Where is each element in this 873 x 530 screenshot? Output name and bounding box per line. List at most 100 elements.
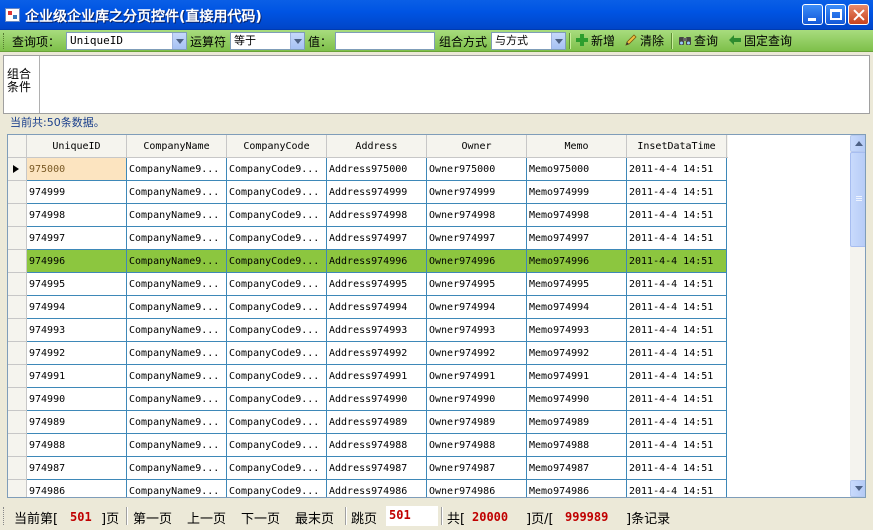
table-cell[interactable]: Address974993 [327,319,427,342]
table-cell[interactable]: CompanyName9... [127,319,227,342]
table-cell[interactable]: 2011-4-4 14:51 [627,342,727,365]
table-cell[interactable]: CompanyName9... [127,457,227,480]
table-cell[interactable]: Owner974993 [427,319,527,342]
table-row[interactable]: 974999 CompanyName9... CompanyCode9... Addr… [8,181,728,204]
row-header[interactable] [8,342,27,365]
fixed-query-button[interactable]: 固定查询 [728,32,792,50]
table-cell[interactable]: 2011-4-4 14:51 [627,296,727,319]
column-header[interactable]: CompanyName [127,135,227,158]
table-cell[interactable]: 974986 [27,480,127,497]
pager-grip[interactable] [3,507,4,525]
vertical-scrollbar[interactable] [850,135,865,497]
maximize-button[interactable] [825,4,846,25]
table-row[interactable]: 974996 CompanyName9... CompanyCode9... Addr… [8,250,728,273]
table-cell[interactable]: CompanyName9... [127,480,227,497]
table-cell[interactable]: Address974989 [327,411,427,434]
table-cell[interactable]: 974991 [27,365,127,388]
table-row[interactable]: 974987 CompanyName9... CompanyCode9... Addr… [8,457,728,480]
row-header[interactable] [8,457,27,480]
table-cell[interactable]: CompanyCode9... [227,273,327,296]
table-cell[interactable]: Memo974989 [527,411,627,434]
table-cell[interactable]: Owner974987 [427,457,527,480]
row-header[interactable] [8,296,27,319]
table-cell[interactable]: Address974986 [327,480,427,497]
table-row[interactable]: 974994 CompanyName9... CompanyCode9... Addr… [8,296,728,319]
table-cell[interactable]: 974989 [27,411,127,434]
table-cell[interactable]: 974997 [27,227,127,250]
table-cell[interactable]: Address974992 [327,342,427,365]
table-row[interactable]: 974988 CompanyName9... CompanyCode9... Addr… [8,434,728,457]
table-cell[interactable]: 2011-4-4 14:51 [627,411,727,434]
query-item-select[interactable]: UniqueID [66,32,187,50]
table-cell[interactable]: 974993 [27,319,127,342]
column-header[interactable]: CompanyCode [227,135,327,158]
table-cell[interactable]: Owner974992 [427,342,527,365]
last-page-link[interactable]: 最末页 [295,508,334,527]
prev-page-link[interactable]: 上一页 [187,508,226,527]
table-cell[interactable]: Memo974986 [527,480,627,497]
table-cell[interactable]: CompanyCode9... [227,411,327,434]
row-header[interactable] [8,273,27,296]
table-cell[interactable]: Owner974994 [427,296,527,319]
table-cell[interactable]: CompanyName9... [127,181,227,204]
clear-button[interactable]: 清除 [624,32,664,50]
table-cell[interactable]: Address974991 [327,365,427,388]
data-grid[interactable]: UniqueID CompanyName CompanyCode Address Own… [7,134,866,498]
table-cell[interactable]: CompanyName9... [127,227,227,250]
table-row[interactable]: 974989 CompanyName9... CompanyCode9... Addr… [8,411,728,434]
table-cell[interactable]: CompanyName9... [127,365,227,388]
table-cell[interactable]: CompanyName9... [127,342,227,365]
table-cell[interactable]: Owner974988 [427,434,527,457]
table-cell[interactable]: Owner974998 [427,204,527,227]
table-cell[interactable]: 2011-4-4 14:51 [627,227,727,250]
table-cell[interactable]: CompanyName9... [127,250,227,273]
table-cell[interactable]: Address974988 [327,434,427,457]
table-cell[interactable]: 974992 [27,342,127,365]
query-button[interactable]: 查询 [678,32,718,50]
row-header[interactable] [8,204,27,227]
table-cell[interactable]: 2011-4-4 14:51 [627,319,727,342]
table-cell[interactable]: CompanyCode9... [227,158,327,181]
column-header[interactable]: Address [327,135,427,158]
table-row[interactable]: 975000 CompanyName9... CompanyCode9... Addr… [8,158,728,181]
table-cell[interactable]: CompanyName9... [127,296,227,319]
table-cell[interactable]: Owner975000 [427,158,527,181]
table-cell[interactable]: CompanyCode9... [227,227,327,250]
table-cell[interactable]: Memo974990 [527,388,627,411]
table-cell[interactable]: CompanyCode9... [227,250,327,273]
table-cell[interactable]: CompanyCode9... [227,480,327,497]
table-cell[interactable]: 2011-4-4 14:51 [627,457,727,480]
table-cell[interactable]: 974996 [27,250,127,273]
table-cell[interactable]: Owner974991 [427,365,527,388]
next-page-link[interactable]: 下一页 [241,508,280,527]
grid-corner[interactable] [8,135,27,158]
combine-select[interactable]: 与方式 [491,32,566,50]
table-cell[interactable]: Memo974999 [527,181,627,204]
row-header[interactable] [8,158,27,181]
close-button[interactable] [848,4,869,25]
scroll-down-button[interactable] [850,480,865,497]
table-cell[interactable]: 2011-4-4 14:51 [627,365,727,388]
table-row[interactable]: 974993 CompanyName9... CompanyCode9... Addr… [8,319,728,342]
table-cell[interactable]: 974987 [27,457,127,480]
table-cell[interactable]: Memo974997 [527,227,627,250]
table-cell[interactable]: 2011-4-4 14:51 [627,480,727,497]
table-cell[interactable]: Memo975000 [527,158,627,181]
table-cell[interactable]: Address974998 [327,204,427,227]
table-cell[interactable]: CompanyCode9... [227,365,327,388]
table-cell[interactable]: Memo974996 [527,250,627,273]
row-header[interactable] [8,181,27,204]
row-header[interactable] [8,388,27,411]
minimize-button[interactable] [802,4,823,25]
table-cell[interactable]: CompanyCode9... [227,388,327,411]
table-cell[interactable]: 974994 [27,296,127,319]
table-cell[interactable]: CompanyCode9... [227,204,327,227]
table-cell[interactable]: 2011-4-4 14:51 [627,273,727,296]
table-row[interactable]: 974995 CompanyName9... CompanyCode9... Addr… [8,273,728,296]
table-cell[interactable]: Owner974995 [427,273,527,296]
table-cell[interactable]: CompanyCode9... [227,296,327,319]
table-cell[interactable]: CompanyCode9... [227,457,327,480]
table-cell[interactable]: Memo974988 [527,434,627,457]
table-cell[interactable]: CompanyName9... [127,204,227,227]
table-cell[interactable]: CompanyName9... [127,388,227,411]
